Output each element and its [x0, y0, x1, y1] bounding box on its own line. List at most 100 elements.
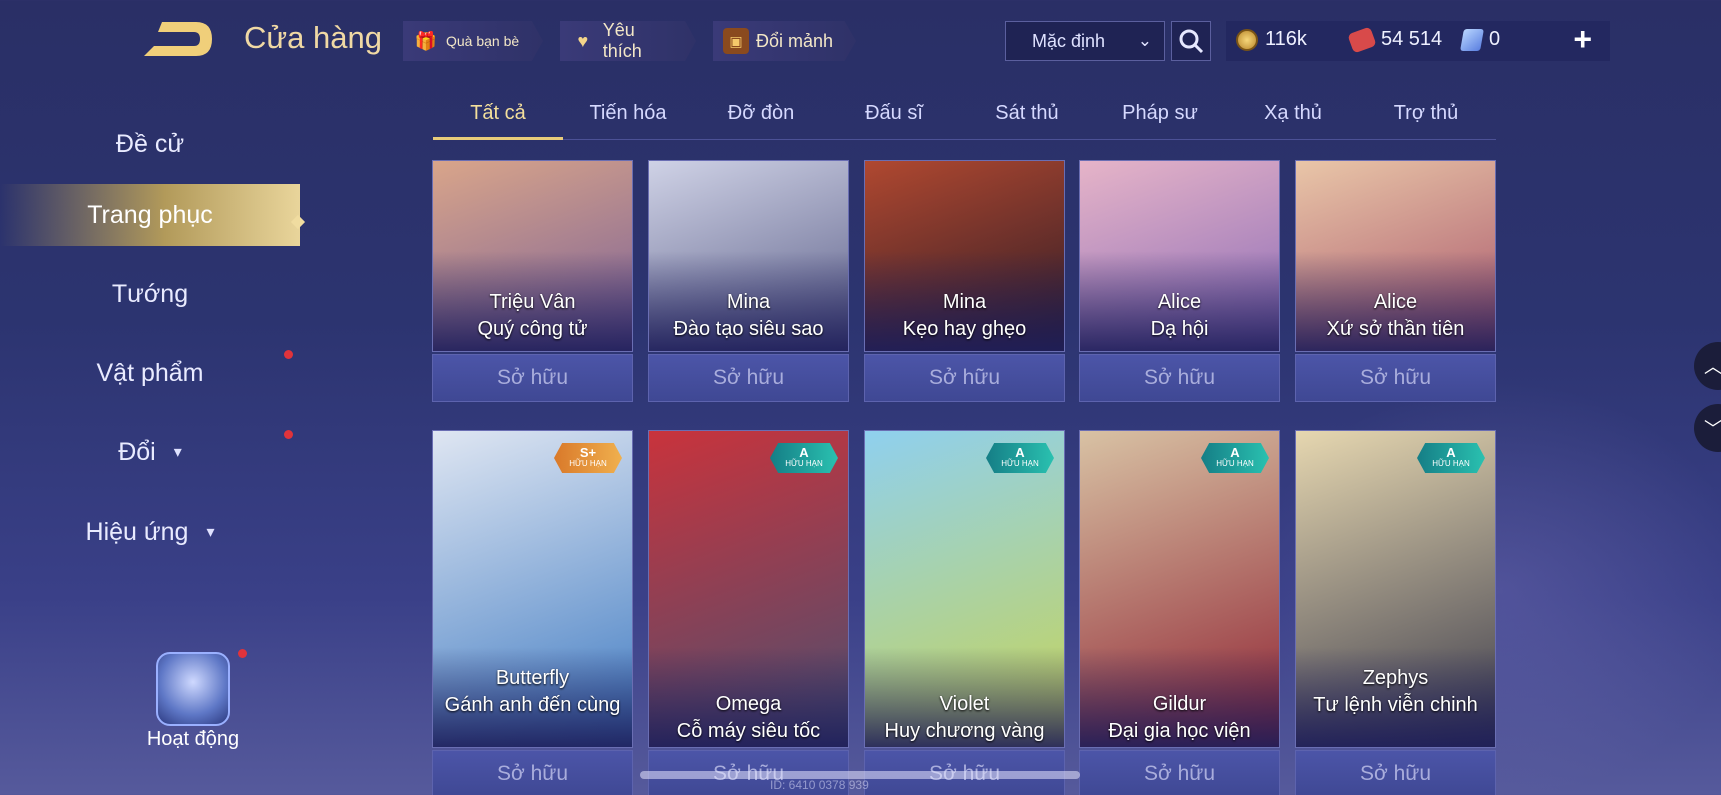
tab-mage[interactable]: Pháp sư	[1095, 102, 1225, 140]
category-tabs: Tất cả Tiến hóa Đỡ đòn Đấu sĩ Sát thủ Ph…	[433, 98, 1496, 140]
owned-status: Sở hữu	[1079, 750, 1280, 795]
grade-badge: A HỮU HẠN	[1201, 443, 1269, 473]
tab-assassin[interactable]: Sát thủ	[962, 102, 1092, 140]
owned-status: Sở hữu	[1295, 354, 1496, 402]
sidebar-item-label: Vật phẩm	[96, 358, 204, 387]
search-button[interactable]	[1171, 21, 1211, 61]
grade-letter: A	[1015, 445, 1025, 460]
grade-subtitle: HỮU HẠN	[1432, 459, 1470, 468]
skin-name: Đại gia học viện	[1108, 720, 1251, 742]
skin-card[interactable]: Alice Xứ sở thần tiên Sở hữu	[1295, 160, 1496, 402]
header: Cửa hàng 🎁 Quà bạn bè ♥ Yêu thích ▣ Đổi …	[0, 0, 1721, 84]
friend-gift-button[interactable]: 🎁 Quà bạn bè	[403, 21, 543, 61]
skin-card[interactable]: Alice Dạ hội Sở hữu	[1079, 160, 1280, 402]
sidebar-item-items[interactable]: Vật phẩm	[0, 342, 300, 404]
grade-subtitle: HỮU HẠN	[1216, 459, 1254, 468]
sidebar-item-outfits[interactable]: Trang phục	[0, 184, 300, 246]
favorites-button[interactable]: ♥ Yêu thích	[560, 21, 696, 61]
tab-tank[interactable]: Đỡ đòn	[696, 102, 826, 140]
skin-card[interactable]: AHỮU HẠNOmegaCỗ máy siêu tốcSở hữu	[648, 430, 849, 795]
skin-name: Đào tạo siêu sao	[673, 318, 824, 340]
skin-artwork: A HỮU HẠN Violet Huy chương vàng	[864, 430, 1065, 748]
skin-artwork: A HỮU HẠN Gildur Đại gia học viện	[1079, 430, 1280, 748]
heart-icon: ♥	[577, 30, 589, 51]
skin-card[interactable]: Mina Đào tạo siêu sao Sở hữu	[648, 160, 849, 402]
skin-card[interactable]: Triệu Vân Quý công tử Sở hữu	[432, 160, 633, 402]
gem-icon	[1460, 28, 1484, 51]
voucher-icon	[1347, 25, 1377, 54]
tab-evolution[interactable]: Tiến hóa	[563, 102, 693, 140]
sidebar-item-label: Đề cử	[115, 129, 185, 158]
skin-name: Dạ hội	[1150, 318, 1209, 340]
search-icon	[1179, 29, 1204, 54]
skin-card[interactable]: A HỮU HẠN Zephys Tư lệnh viễn chinh Sở hữu	[1295, 430, 1496, 795]
skin-artwork: Mina Đào tạo siêu sao	[648, 160, 849, 352]
sort-dropdown[interactable]: Mặc định ⌄	[1005, 21, 1165, 61]
gold-coin-icon	[1236, 28, 1258, 51]
gold-currency: 116k	[1236, 28, 1307, 51]
chevron-down-icon: ⌄	[1137, 31, 1152, 50]
gem-currency: 0	[1460, 28, 1501, 51]
hero-name: Alice	[1373, 291, 1418, 313]
skin-artwork: S+ HỮU HẠN Butterfly Gánh anh đến cùng	[432, 430, 633, 748]
notification-dot	[284, 430, 293, 439]
owned-status: Sở hữu	[1079, 354, 1280, 402]
skin-artwork: Triệu Vân Quý công tử	[432, 160, 633, 352]
hero-name: Mina	[726, 291, 771, 313]
sidebar-item-label: Tướng	[111, 279, 189, 308]
exchange-fragments-label: Đổi mảnh	[756, 30, 834, 51]
hero-name: Gildur	[1152, 693, 1207, 715]
tab-all[interactable]: Tất cả	[433, 102, 563, 140]
hero-name: Zephys	[1362, 667, 1429, 689]
owned-status: Sở hữu	[864, 354, 1065, 402]
hero-name: Alice	[1157, 291, 1202, 313]
tab-fighter[interactable]: Đấu sĩ	[829, 102, 959, 140]
sidebar-item-label: Trang phục	[87, 200, 213, 229]
chevron-down-icon: ﹀	[1704, 419, 1721, 439]
hero-name: Triệu Vân	[489, 291, 576, 313]
voucher-amount: 54 514	[1381, 28, 1443, 50]
tab-support[interactable]: Trợ thủ	[1361, 102, 1491, 140]
tab-marksman[interactable]: Xạ thủ	[1228, 102, 1358, 140]
activity-icon	[156, 652, 230, 726]
skin-card[interactable]: AHỮU HẠNVioletHuy chương vàngSở hữu	[864, 430, 1065, 795]
owned-status: Sở hữu	[432, 750, 633, 795]
gem-amount: 0	[1489, 28, 1501, 50]
chest-icon: ▣	[723, 28, 749, 54]
sidebar-item-effects[interactable]: Hiệu ứng ▾	[0, 501, 300, 563]
add-currency-button[interactable]: +	[1573, 21, 1592, 58]
skin-name: Huy chương vàng	[884, 720, 1045, 742]
grade-badge: A HỮU HẠN	[770, 443, 838, 473]
chevron-down-icon: ▾	[173, 444, 182, 461]
activity-button[interactable]: Hoạt động	[128, 652, 258, 762]
grade-letter: A	[1446, 445, 1456, 460]
skin-artwork: A HỮU HẠN Omega Cỗ máy siêu tốc	[648, 430, 849, 748]
skin-card[interactable]: S+ HỮU HẠN Butterfly Gánh anh đến cùng Sở hữ…	[432, 430, 633, 795]
exchange-fragments-button[interactable]: ▣ Đổi mảnh	[713, 21, 856, 61]
hero-name: Mina	[942, 291, 987, 313]
skin-card[interactable]: Mina Kẹo hay ghẹo Sở hữu	[864, 160, 1065, 402]
sidebar-item-recommended[interactable]: Đề cử	[0, 113, 300, 175]
grade-subtitle: HỮU HẠN	[785, 459, 823, 468]
owned-status: Sở hữu	[1295, 750, 1496, 795]
owned-status: Sở hữu	[432, 354, 633, 402]
hero-name: Omega	[715, 693, 782, 715]
chevron-down-icon: ▾	[206, 524, 215, 541]
back-button[interactable]	[140, 18, 216, 60]
back-arrow-icon	[144, 22, 212, 56]
skin-card[interactable]: A HỮU HẠN Gildur Đại gia học viện Sở hữu	[1079, 430, 1280, 795]
skin-artwork: Alice Dạ hội	[1079, 160, 1280, 352]
skin-name: Xứ sở thần tiên	[1326, 318, 1465, 340]
sidebar-item-heroes[interactable]: Tướng	[0, 263, 300, 325]
owned-status: Sở hữu	[648, 354, 849, 402]
skin-name: Gánh anh đến cùng	[444, 694, 621, 716]
gold-amount: 116k	[1265, 28, 1307, 50]
skin-artwork: Alice Xứ sở thần tiên	[1295, 160, 1496, 352]
sidebar-item-exchange[interactable]: Đổi ▾	[0, 421, 300, 483]
sidebar-item-label: Hiệu ứng	[85, 517, 189, 546]
voucher-currency: 54 514	[1347, 25, 1443, 54]
grade-letter: S+	[579, 445, 597, 460]
grade-letter: A	[1230, 445, 1240, 460]
grade-badge: A HỮU HẠN	[1417, 443, 1485, 473]
currency-bar: 116k 54 514 0 +	[1226, 21, 1610, 61]
